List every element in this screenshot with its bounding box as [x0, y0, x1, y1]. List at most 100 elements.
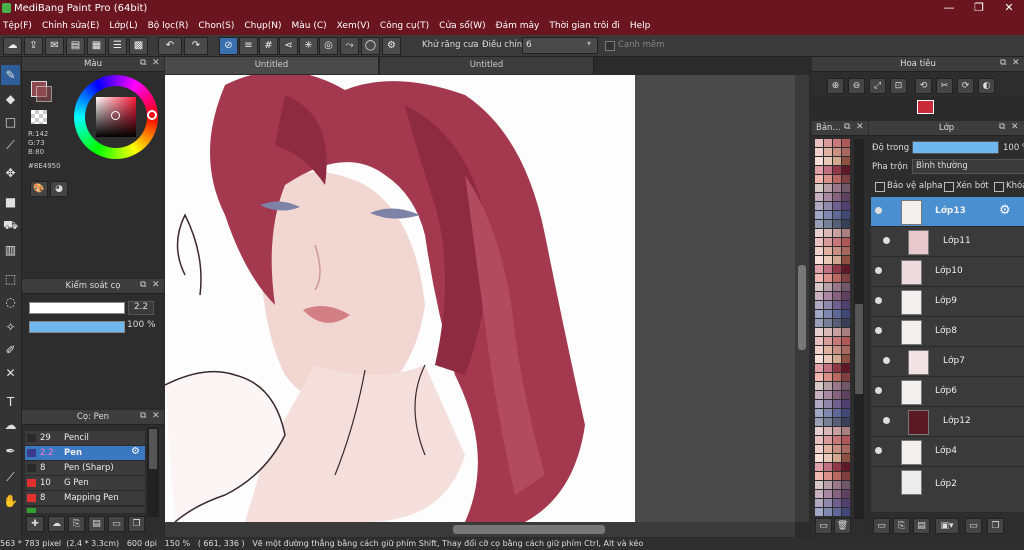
brush-item-pen[interactable]: 2.2 Pen ⚙	[25, 446, 145, 461]
color-swatch[interactable]	[824, 202, 832, 210]
menu-window[interactable]: Cửa sổ(W)	[436, 21, 492, 31]
fill-rect-tool-icon[interactable]: ■	[1, 192, 20, 212]
color-swatch[interactable]	[842, 391, 850, 399]
color-swatch[interactable]	[824, 391, 832, 399]
color-swatch[interactable]	[815, 247, 823, 255]
eye-icon[interactable]	[875, 447, 882, 454]
color-swatch[interactable]	[842, 355, 850, 363]
color-swatch[interactable]	[824, 373, 832, 381]
color-swatch[interactable]	[842, 409, 850, 417]
color-swatch[interactable]	[824, 283, 832, 291]
color-swatch[interactable]	[815, 382, 823, 390]
color-swatch[interactable]	[842, 337, 850, 345]
eye-icon[interactable]	[883, 357, 890, 364]
eraser-tool-icon[interactable]: ◆	[1, 89, 20, 109]
color-picker-marker[interactable]	[111, 111, 120, 120]
eyedropper-tool-icon[interactable]: ✒	[1, 441, 20, 461]
color-swatch[interactable]	[815, 481, 823, 489]
secondary-color-swatch[interactable]	[36, 86, 52, 102]
brush-copy-icon[interactable]: ⎘	[68, 516, 85, 532]
zoom-in-icon[interactable]: ⊕	[827, 78, 844, 94]
layer-row-lop7[interactable]: Lớp7	[871, 347, 1024, 377]
color-swatch[interactable]	[833, 382, 841, 390]
color-swatch[interactable]	[815, 364, 823, 372]
color-swatch[interactable]	[815, 175, 823, 183]
popout-icon[interactable]: ⧉	[999, 122, 1005, 132]
color-swatch[interactable]	[833, 175, 841, 183]
snap-off-icon[interactable]: ⊘	[219, 37, 238, 55]
brush-opacity-slider[interactable]	[29, 321, 125, 333]
transparent-color-swatch[interactable]	[31, 110, 47, 124]
tab-document-2[interactable]: Untitled	[380, 57, 594, 74]
eye-icon[interactable]	[883, 417, 890, 424]
color-swatch[interactable]	[815, 283, 823, 291]
color-swatch[interactable]	[833, 355, 841, 363]
brush-tool-icon[interactable]: ✎	[1, 65, 20, 85]
color-swatch[interactable]	[833, 328, 841, 336]
color-swatch[interactable]	[824, 454, 832, 462]
horizontal-scroll-thumb[interactable]	[453, 525, 605, 534]
color-swatch[interactable]	[824, 166, 832, 174]
color-swatch[interactable]	[842, 382, 850, 390]
color-swatch[interactable]	[833, 274, 841, 282]
color-swatch[interactable]	[824, 238, 832, 246]
color-swatch[interactable]	[824, 220, 832, 228]
move-tool-icon[interactable]: ✥	[1, 163, 20, 183]
hand-tool-icon[interactable]: ✋	[1, 491, 20, 511]
reset-icon[interactable]: ◐	[978, 78, 995, 94]
color-swatch[interactable]	[833, 229, 841, 237]
color-swatch[interactable]	[815, 427, 823, 435]
color-swatch[interactable]	[833, 292, 841, 300]
color-swatch[interactable]	[842, 310, 850, 318]
color-swatch[interactable]	[842, 436, 850, 444]
color-swatch[interactable]	[842, 301, 850, 309]
color-swatch[interactable]	[824, 508, 832, 516]
color-swatch[interactable]	[833, 202, 841, 210]
color-swatch[interactable]	[824, 301, 832, 309]
blend-mode-select[interactable]: Bình thường	[912, 159, 1024, 174]
dot-tool-icon[interactable]: ⟋	[1, 135, 20, 155]
color-swatch[interactable]	[833, 166, 841, 174]
popout-icon[interactable]: ⧉	[140, 58, 146, 68]
brush-item-pencil[interactable]: 29 Pencil	[25, 431, 145, 446]
vertical-scroll-thumb[interactable]	[798, 265, 806, 350]
menu-cloud[interactable]: Đám mây	[493, 21, 547, 31]
color-swatch[interactable]	[842, 445, 850, 453]
flip-icon[interactable]: ✂	[936, 78, 953, 94]
color-swatch[interactable]	[824, 148, 832, 156]
select-eraser-icon[interactable]: ✕	[1, 363, 20, 383]
menu-timelapse[interactable]: Thời gian trôi đi	[546, 21, 626, 31]
list-icon[interactable]: ☰	[108, 37, 127, 55]
menu-snap[interactable]: Chụp(N)	[241, 21, 288, 31]
color-swatch[interactable]	[824, 265, 832, 273]
color-swatch[interactable]	[815, 166, 823, 174]
color-swatch[interactable]	[815, 409, 823, 417]
color-swatch[interactable]	[824, 418, 832, 426]
palette-icon[interactable]: 🎨	[30, 181, 48, 197]
color-swatch[interactable]	[842, 508, 850, 516]
color-swatch[interactable]	[815, 193, 823, 201]
color-swatch[interactable]	[833, 319, 841, 327]
eye-icon[interactable]	[875, 297, 882, 304]
close-icon[interactable]: ✕	[1011, 122, 1019, 132]
color-swatch[interactable]	[815, 490, 823, 498]
menu-help[interactable]: Help	[627, 21, 658, 31]
color-swatch[interactable]	[842, 166, 850, 174]
color-swatch[interactable]	[842, 202, 850, 210]
color-swatch[interactable]	[824, 328, 832, 336]
color-swatch[interactable]	[833, 445, 841, 453]
color-swatch[interactable]	[833, 418, 841, 426]
color-swatch[interactable]	[842, 373, 850, 381]
color-swatch[interactable]	[833, 220, 841, 228]
color-swatch[interactable]	[824, 247, 832, 255]
color-swatch[interactable]	[842, 319, 850, 327]
artwork-canvas[interactable]	[165, 75, 795, 522]
layer-row-lop2[interactable]: Lớp2	[871, 467, 1024, 513]
color-swatch[interactable]	[842, 346, 850, 354]
correction-select[interactable]: 6 ▾	[522, 37, 598, 54]
color-swatch[interactable]	[842, 418, 850, 426]
document-icon[interactable]: ▦	[87, 37, 106, 55]
duplicate-icon[interactable]: ❐	[987, 518, 1004, 534]
color-swatch[interactable]	[824, 229, 832, 237]
color-swatch[interactable]	[842, 292, 850, 300]
